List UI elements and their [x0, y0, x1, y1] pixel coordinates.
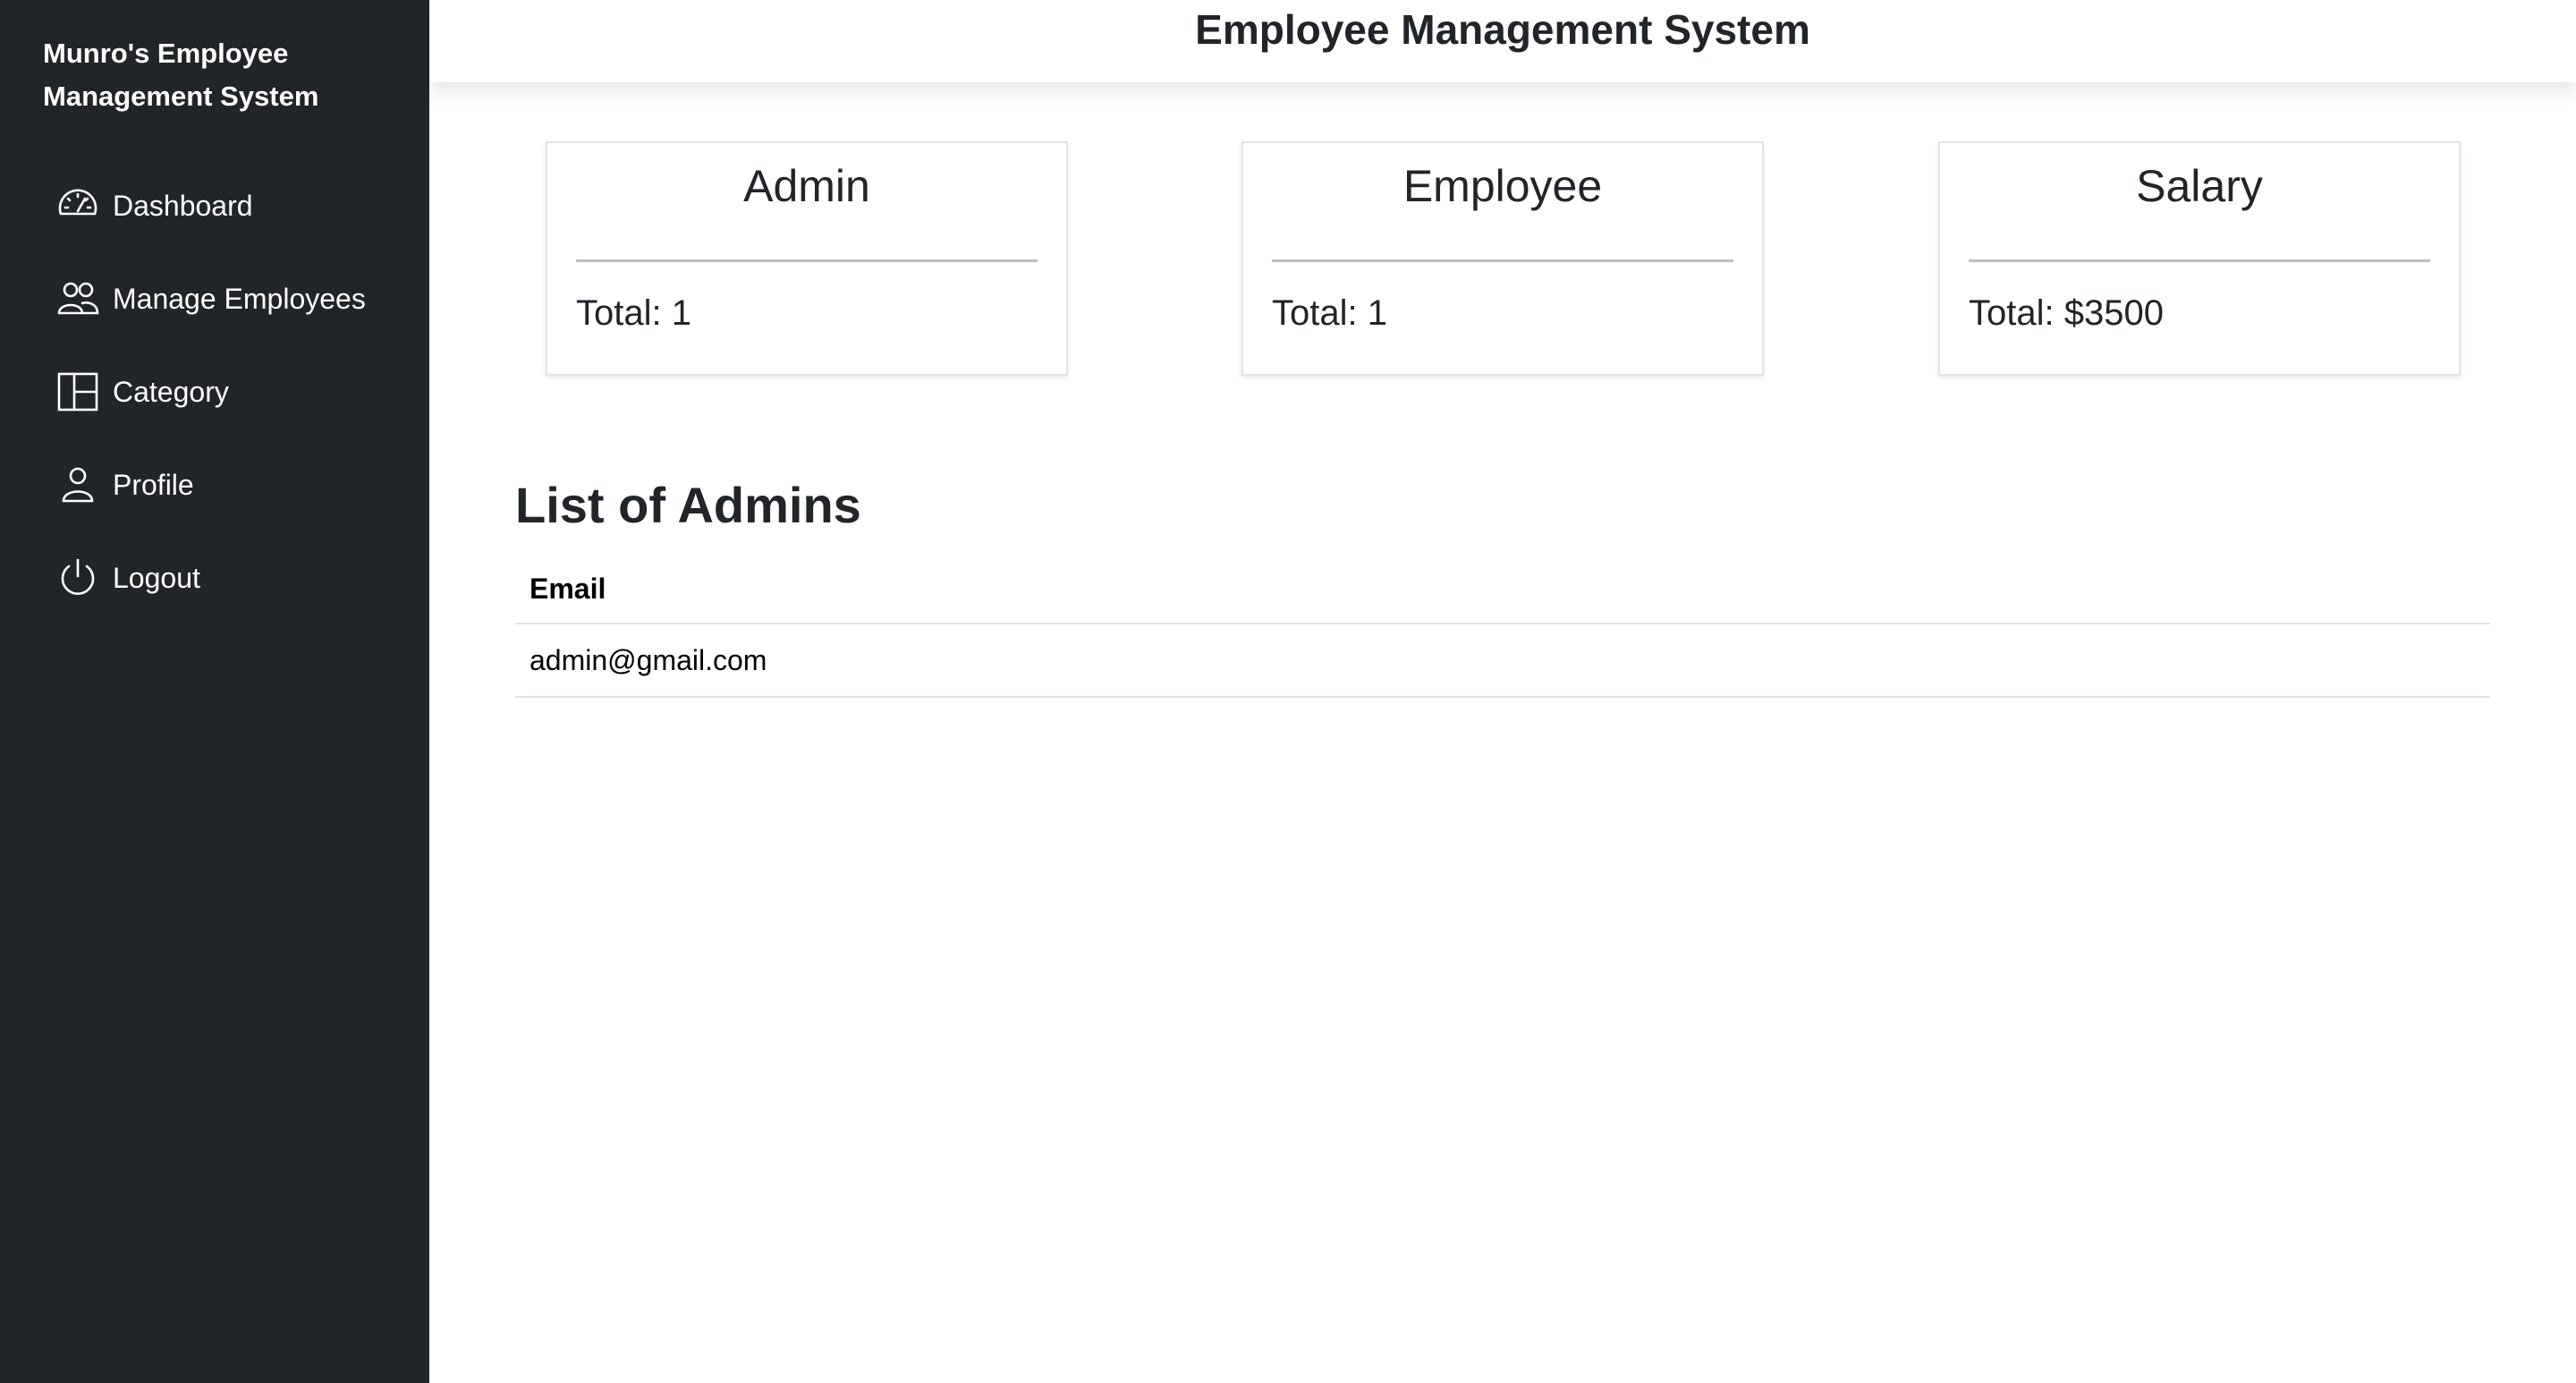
person-icon	[55, 462, 100, 507]
sidebar-item-category[interactable]: Category	[55, 363, 413, 420]
brand-title[interactable]: Munro's Employee Management System	[43, 32, 401, 118]
power-icon	[55, 556, 100, 600]
sidebar-item-label: Dashboard	[113, 190, 253, 222]
card-divider	[576, 259, 1038, 262]
sidebar-item-manage-employees[interactable]: Manage Employees	[55, 270, 413, 327]
card-total: Total: 1	[576, 293, 691, 333]
admin-table: Email admin@gmail.com	[515, 555, 2490, 698]
sidebar-item-label: Logout	[113, 562, 200, 594]
page-title: Employee Management System	[1195, 6, 1810, 53]
sidebar: Munro's Employee Management System Dashb…	[0, 0, 429, 1383]
top-header: Employee Management System	[429, 0, 2576, 82]
card-title: Admin	[743, 161, 870, 211]
card-divider	[1969, 259, 2430, 262]
table-row: admin@gmail.com	[515, 624, 2490, 698]
sidebar-item-label: Manage Employees	[113, 283, 366, 315]
card-total: Total: $3500	[1969, 293, 2164, 333]
card-divider	[1272, 259, 1733, 262]
brand-line-1: Munro's Employee	[43, 38, 289, 69]
sidebar-item-label: Category	[113, 376, 229, 408]
speedometer-icon	[55, 183, 100, 228]
card-title: Salary	[2136, 161, 2263, 211]
sidebar-item-profile[interactable]: Profile	[55, 456, 413, 513]
admin-card: Admin Total: 1	[546, 141, 1068, 376]
admin-list-title: List of Admins	[515, 477, 861, 533]
card-title: Employee	[1402, 161, 1603, 211]
people-icon	[55, 276, 100, 321]
brand-line-2: Management System	[43, 81, 319, 112]
table-header-email: Email	[515, 555, 2490, 624]
sidebar-item-label: Profile	[113, 469, 194, 501]
employee-card: Employee Total: 1	[1241, 141, 1764, 376]
card-total: Total: 1	[1272, 293, 1387, 333]
columns-icon	[55, 369, 100, 414]
sidebar-item-dashboard[interactable]: Dashboard	[55, 177, 413, 234]
salary-card: Salary Total: $3500	[1938, 141, 2461, 376]
sidebar-item-logout[interactable]: Logout	[55, 549, 413, 607]
app-root: Munro's Employee Management System Dashb…	[0, 0, 2576, 1383]
